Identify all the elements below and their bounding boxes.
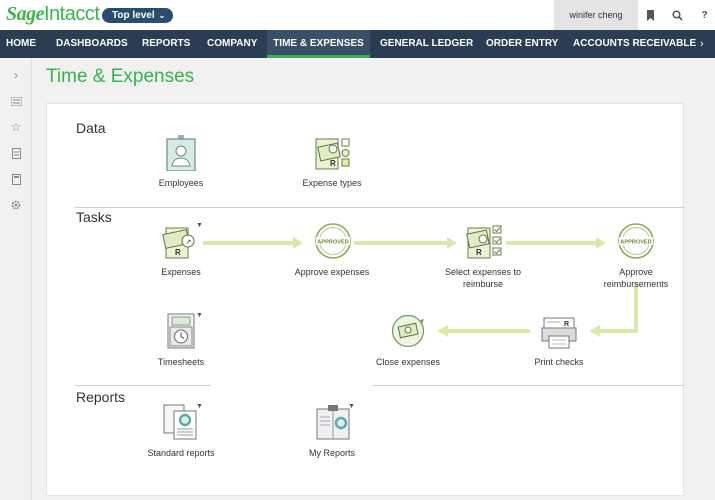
my-reports-icon: [316, 405, 350, 440]
nav-dashboards[interactable]: DASHBOARDS: [56, 30, 128, 58]
nav-scroll-right-icon[interactable]: ›: [700, 30, 704, 58]
settings-icon[interactable]: [9, 198, 23, 212]
select-expenses-label-line1: Select expenses to: [444, 267, 522, 277]
print-checks-label: Print checks: [534, 357, 584, 367]
section-divider: [75, 385, 211, 386]
expenses-label: Expenses: [161, 267, 201, 277]
nav-home[interactable]: HOME: [6, 30, 36, 58]
expenses-menu-caret-icon[interactable]: ▼: [196, 222, 203, 229]
document-icon[interactable]: [9, 146, 23, 160]
expense-types-link[interactable]: R Expense types: [296, 135, 368, 191]
timesheets-icon: [167, 313, 195, 349]
section-title-data: Data: [76, 120, 106, 136]
svg-text:R: R: [476, 248, 482, 257]
user-menu[interactable]: winifer cheng: [554, 0, 638, 30]
top-bar: SageIntacct Top level ⌄ winifer cheng ?: [0, 0, 715, 30]
page-title: Time & Expenses: [46, 66, 195, 87]
star-icon[interactable]: ☆: [9, 120, 23, 134]
standard-reports-menu-caret-icon[interactable]: ▼: [196, 403, 203, 410]
help-icon: ?: [701, 9, 708, 21]
my-reports-label: My Reports: [308, 448, 355, 458]
expand-rail-icon[interactable]: ›: [9, 68, 23, 82]
bookmark-icon: [647, 9, 654, 21]
standard-reports-icon: [163, 404, 197, 440]
svg-text:R: R: [564, 321, 569, 328]
svg-text:APPROVED: APPROVED: [620, 240, 651, 246]
approve-expenses-link[interactable]: APPROVED Approve expenses: [290, 222, 374, 278]
search-icon: [672, 9, 683, 21]
select-expenses-label-line2: reimburse: [462, 279, 503, 289]
expenses-link[interactable]: ↗ R ▼ Expenses: [150, 222, 212, 278]
print-checks-link[interactable]: R Print checks: [528, 312, 590, 368]
select-expenses-icon: R: [466, 225, 502, 259]
approve-reimbursements-link[interactable]: APPROVED Approve reimbursements: [596, 222, 676, 289]
my-reports-menu-caret-icon[interactable]: ▼: [348, 403, 355, 410]
nav-reports[interactable]: REPORTS: [142, 30, 190, 58]
nav-time-expenses[interactable]: TIME & EXPENSES: [267, 30, 370, 58]
nav-accounts-receivable[interactable]: ACCOUNTS RECEIVABLE: [573, 30, 696, 58]
close-expenses-link[interactable]: Close expenses: [370, 312, 446, 368]
standard-reports-link[interactable]: ▼ Standard reports: [144, 403, 218, 459]
employees-icon: [166, 135, 196, 171]
close-expenses-label: Close expenses: [375, 357, 441, 367]
expense-types-label: Expense types: [302, 178, 362, 188]
chevron-down-icon: ⌄: [158, 11, 166, 20]
entity-level-selector[interactable]: Top level ⌄: [102, 8, 174, 23]
svg-text:R: R: [175, 248, 181, 257]
calculator-icon[interactable]: [9, 172, 23, 186]
svg-text:↗: ↗: [186, 239, 192, 246]
svg-text:APPROVED: APPROVED: [317, 240, 348, 246]
timesheets-label: Timesheets: [157, 357, 205, 367]
list-icon[interactable]: [9, 94, 23, 108]
nav-company[interactable]: COMPANY: [207, 30, 257, 58]
section-title-tasks: Tasks: [76, 209, 112, 225]
sage-intacct-logo[interactable]: SageIntacct: [6, 3, 100, 26]
approved-stamp-icon: APPROVED: [618, 223, 654, 259]
close-expenses-icon: [391, 314, 425, 348]
svg-text:R: R: [330, 159, 336, 168]
printer-icon: R: [541, 317, 577, 349]
approve-reimbursements-label-line2: reimbursements: [603, 279, 669, 289]
employees-label: Employees: [158, 178, 204, 188]
approved-stamp-icon: APPROVED: [315, 223, 351, 259]
timesheets-menu-caret-icon[interactable]: ▼: [196, 312, 203, 319]
standard-reports-label: Standard reports: [147, 448, 215, 458]
bookmark-button[interactable]: [638, 0, 663, 30]
select-expenses-link[interactable]: R Select expenses to reimburse: [440, 222, 526, 289]
expense-types-icon: R: [315, 138, 350, 170]
approve-expenses-label: Approve expenses: [294, 267, 370, 277]
search-button[interactable]: [665, 0, 690, 30]
left-rail: › ☆: [0, 58, 32, 500]
section-title-reports: Reports: [76, 389, 126, 405]
employees-link[interactable]: Employees: [150, 135, 212, 191]
section-divider: [75, 207, 684, 208]
nav-general-ledger[interactable]: GENERAL LEDGER: [380, 30, 473, 58]
entity-level-label: Top level: [112, 10, 155, 21]
user-name: winifer cheng: [569, 10, 623, 20]
section-divider: [372, 385, 684, 386]
timesheets-link[interactable]: ▼ Timesheets: [150, 312, 212, 368]
main-nav: HOME DASHBOARDS REPORTS COMPANY TIME & E…: [0, 30, 715, 58]
expenses-icon: ↗ R: [162, 227, 195, 259]
nav-order-entry[interactable]: ORDER ENTRY: [486, 30, 558, 58]
approve-reimbursements-label-line1: Approve: [619, 267, 653, 277]
help-button[interactable]: ?: [692, 0, 715, 30]
my-reports-link[interactable]: ▼ My Reports: [302, 403, 362, 459]
